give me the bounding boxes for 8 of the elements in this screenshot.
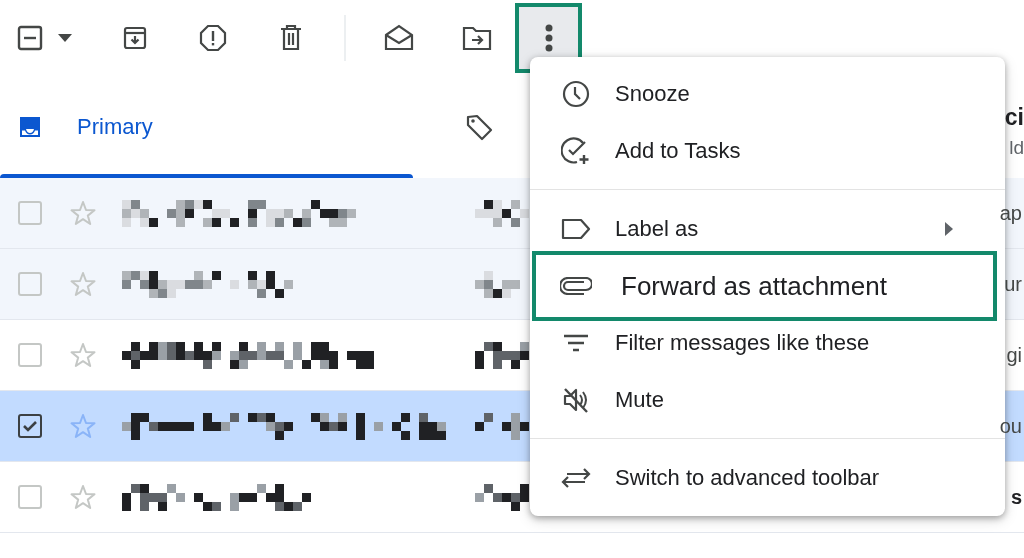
snippet-text: ap bbox=[999, 201, 1023, 225]
snippet-text: ur bbox=[1004, 272, 1023, 296]
tab-label: Primary bbox=[77, 114, 153, 140]
snippet-text: s bbox=[1010, 485, 1023, 509]
tab-subtitle: ld bbox=[1009, 136, 1024, 159]
snippet-text: gi bbox=[1006, 343, 1023, 367]
tab-label: ci bbox=[1004, 103, 1024, 131]
snippet-text: ou bbox=[999, 414, 1023, 438]
